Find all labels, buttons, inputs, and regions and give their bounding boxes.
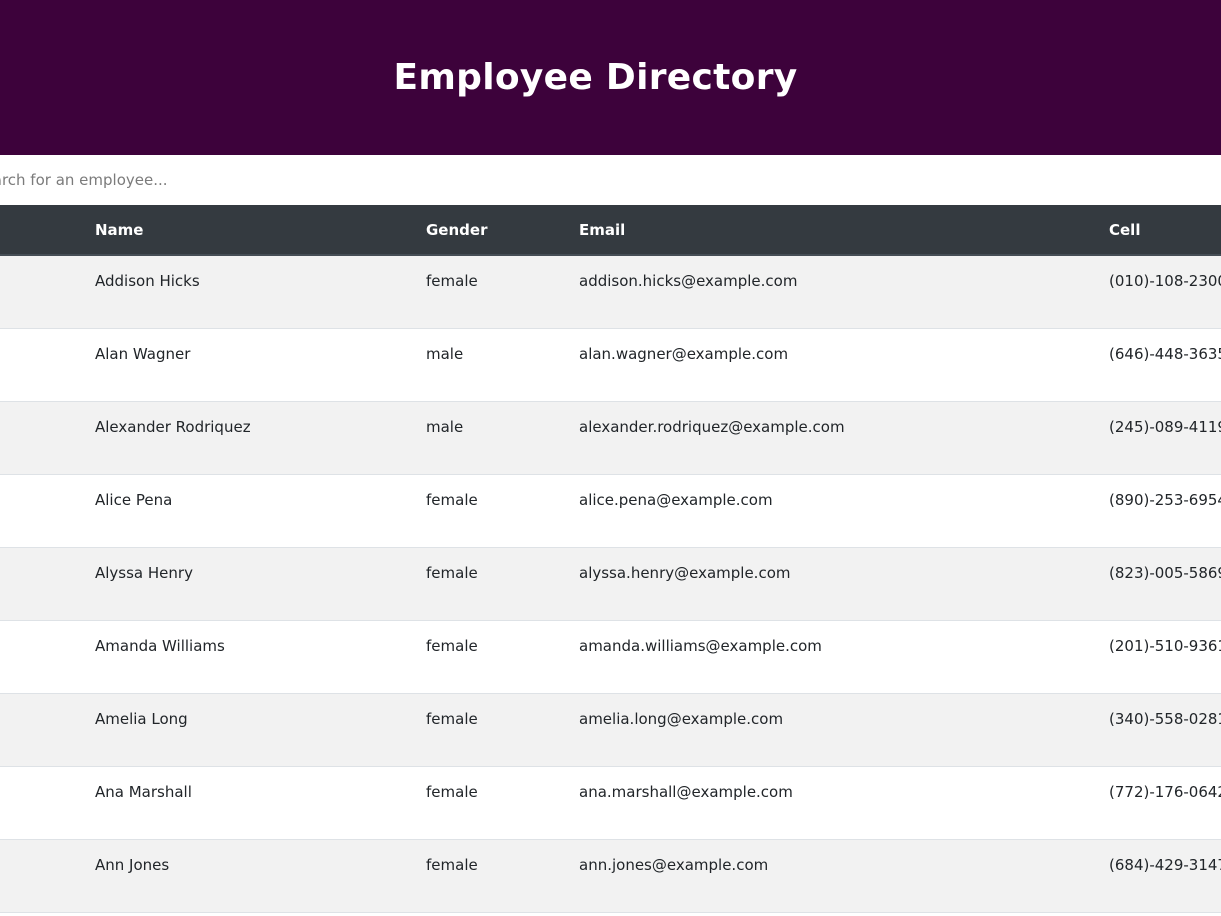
employee-cell: (772)-176-0642	[1109, 783, 1221, 801]
employee-gender: female	[426, 564, 478, 582]
table-row: Amelia Long female amelia.long@example.c…	[0, 694, 1221, 767]
table-row: Alan Wagner male alan.wagner@example.com…	[0, 329, 1221, 402]
employee-email: alice.pena@example.com	[579, 491, 773, 509]
table-row: Alice Pena female alice.pena@example.com…	[0, 475, 1221, 548]
table-row: Alyssa Henry female alyssa.henry@example…	[0, 548, 1221, 621]
employee-name: Alan Wagner	[95, 345, 191, 363]
employee-email: amanda.williams@example.com	[579, 637, 822, 655]
employee-gender: female	[426, 856, 478, 874]
employee-name: Addison Hicks	[95, 272, 200, 290]
table-row: Ana Marshall female ana.marshall@example…	[0, 767, 1221, 840]
employee-cell: (245)-089-4119	[1109, 418, 1221, 436]
employee-gender: female	[426, 272, 478, 290]
employee-cell: (646)-448-3635	[1109, 345, 1221, 363]
employee-email: alyssa.henry@example.com	[579, 564, 791, 582]
column-header-cell[interactable]: Cell	[1109, 205, 1140, 254]
table-row: Amanda Williams female amanda.williams@e…	[0, 621, 1221, 694]
employee-email: ann.jones@example.com	[579, 856, 769, 874]
employee-gender: female	[426, 783, 478, 801]
employee-table: Name Gender Email Cell Addison Hicks fem…	[0, 205, 1221, 916]
employee-name: Amelia Long	[95, 710, 188, 728]
table-header: Name Gender Email Cell	[0, 205, 1221, 256]
employee-name: Amanda Williams	[95, 637, 225, 655]
employee-gender: female	[426, 637, 478, 655]
employee-email: ana.marshall@example.com	[579, 783, 793, 801]
search-bar	[0, 155, 1221, 205]
employee-gender: male	[426, 345, 464, 363]
employee-cell: (340)-558-0281	[1109, 710, 1221, 728]
employee-name: Ann Jones	[95, 856, 170, 874]
employee-email: amelia.long@example.com	[579, 710, 784, 728]
employee-gender: female	[426, 491, 478, 509]
employee-name: Alexander Rodriquez	[95, 418, 251, 436]
search-input[interactable]	[0, 155, 1221, 205]
employee-gender: male	[426, 418, 464, 436]
employee-name: Ana Marshall	[95, 783, 192, 801]
employee-email: alexander.rodriquez@example.com	[579, 418, 845, 436]
employee-email: addison.hicks@example.com	[579, 272, 798, 290]
column-header-gender[interactable]: Gender	[426, 205, 487, 254]
employee-cell: (201)-510-9361	[1109, 637, 1221, 655]
employee-email: alan.wagner@example.com	[579, 345, 789, 363]
page-title: Employee Directory	[393, 57, 798, 98]
employee-name: Alice Pena	[95, 491, 173, 509]
employee-cell: (684)-429-3147	[1109, 856, 1221, 874]
employee-cell: (823)-005-5869	[1109, 564, 1221, 582]
employee-cell: (010)-108-2300	[1109, 272, 1221, 290]
employee-gender: female	[426, 710, 478, 728]
page-header: Employee Directory	[0, 0, 1221, 155]
column-header-email[interactable]: Email	[579, 205, 625, 254]
employee-cell: (890)-253-6954	[1109, 491, 1221, 509]
table-row: Ann Jones female ann.jones@example.com (…	[0, 840, 1221, 913]
table-row: Alexander Rodriquez male alexander.rodri…	[0, 402, 1221, 475]
table-row: Addison Hicks female addison.hicks@examp…	[0, 256, 1221, 329]
column-header-name[interactable]: Name	[95, 205, 143, 254]
employee-name: Alyssa Henry	[95, 564, 193, 582]
